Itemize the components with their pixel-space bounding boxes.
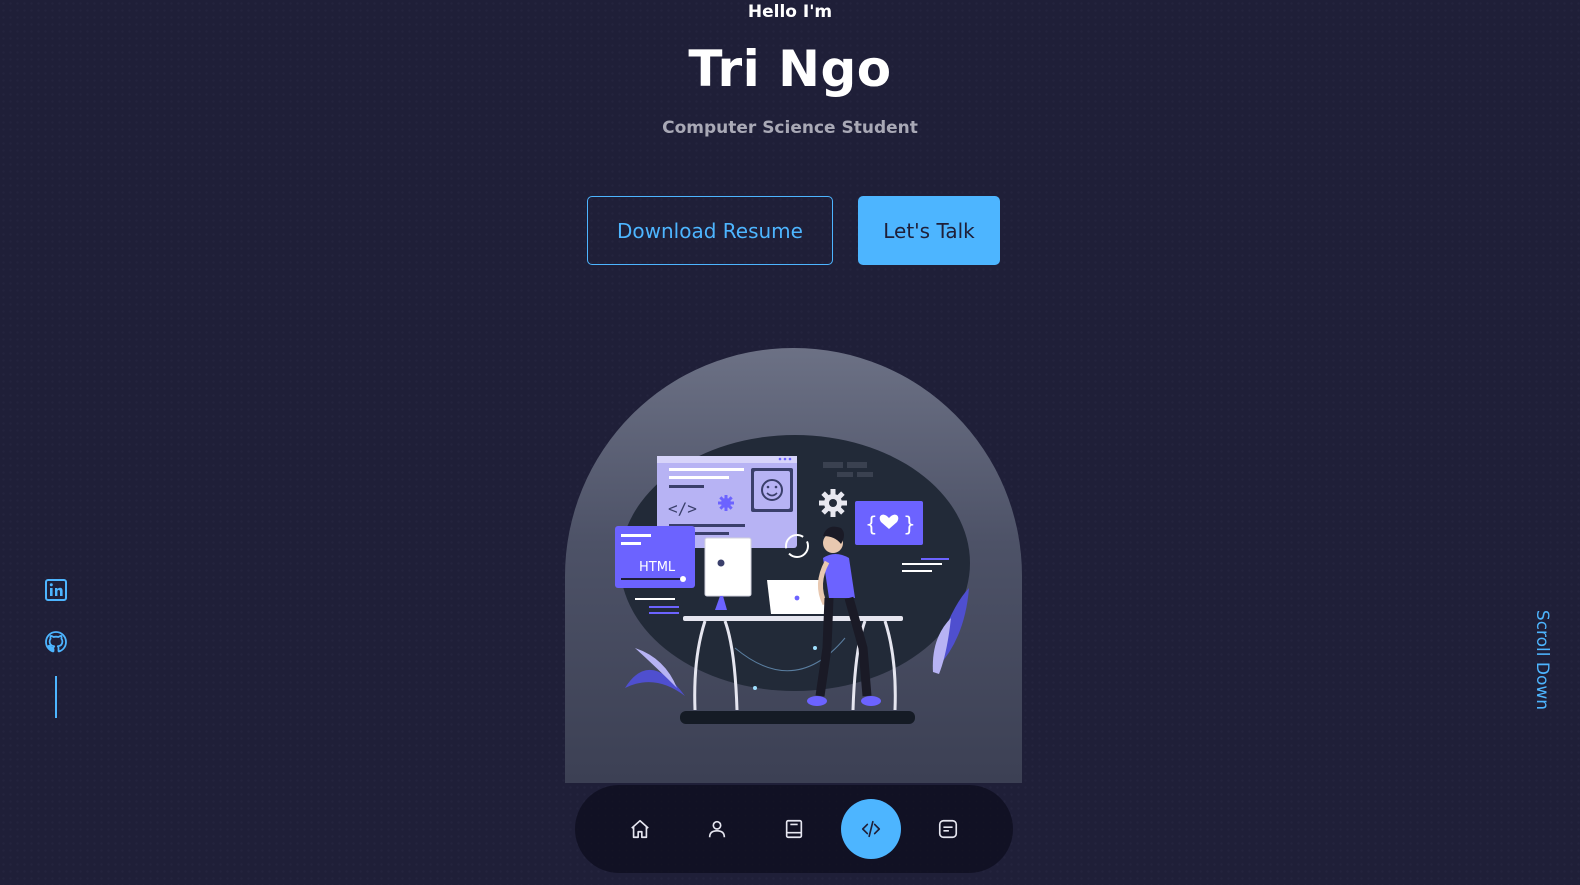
nav-home[interactable]	[610, 799, 670, 859]
developer-illustration: </> HTML { }	[615, 435, 970, 724]
nav-projects[interactable]	[841, 799, 901, 859]
lets-talk-button[interactable]: Let's Talk	[858, 196, 1000, 265]
hero-role: Computer Science Student	[662, 118, 918, 138]
message-icon	[938, 819, 958, 839]
home-icon	[631, 819, 649, 839]
hero-name: Tri Ngo	[688, 40, 892, 98]
user-icon	[708, 820, 726, 838]
hero-image-container: </> HTML { }	[565, 348, 1022, 783]
download-resume-button[interactable]: Download Resume	[587, 196, 833, 265]
nav-contact[interactable]	[918, 799, 978, 859]
scroll-down-link[interactable]: Scroll Down	[1532, 605, 1552, 715]
code-icon	[861, 820, 881, 838]
hero-greeting: Hello I'm	[747, 2, 833, 22]
svg-text:{: {	[865, 512, 878, 536]
svg-text:</>: </>	[668, 499, 697, 518]
html-card-label: HTML	[639, 560, 676, 575]
nav-experience[interactable]	[764, 799, 824, 859]
linkedin-icon[interactable]	[44, 578, 68, 602]
nav-about[interactable]	[687, 799, 747, 859]
bottom-nav	[575, 785, 1013, 873]
svg-text:}: }	[903, 512, 916, 536]
book-icon	[785, 819, 803, 839]
github-icon[interactable]	[44, 630, 68, 654]
social-divider-line	[55, 676, 57, 718]
social-links	[44, 578, 68, 718]
